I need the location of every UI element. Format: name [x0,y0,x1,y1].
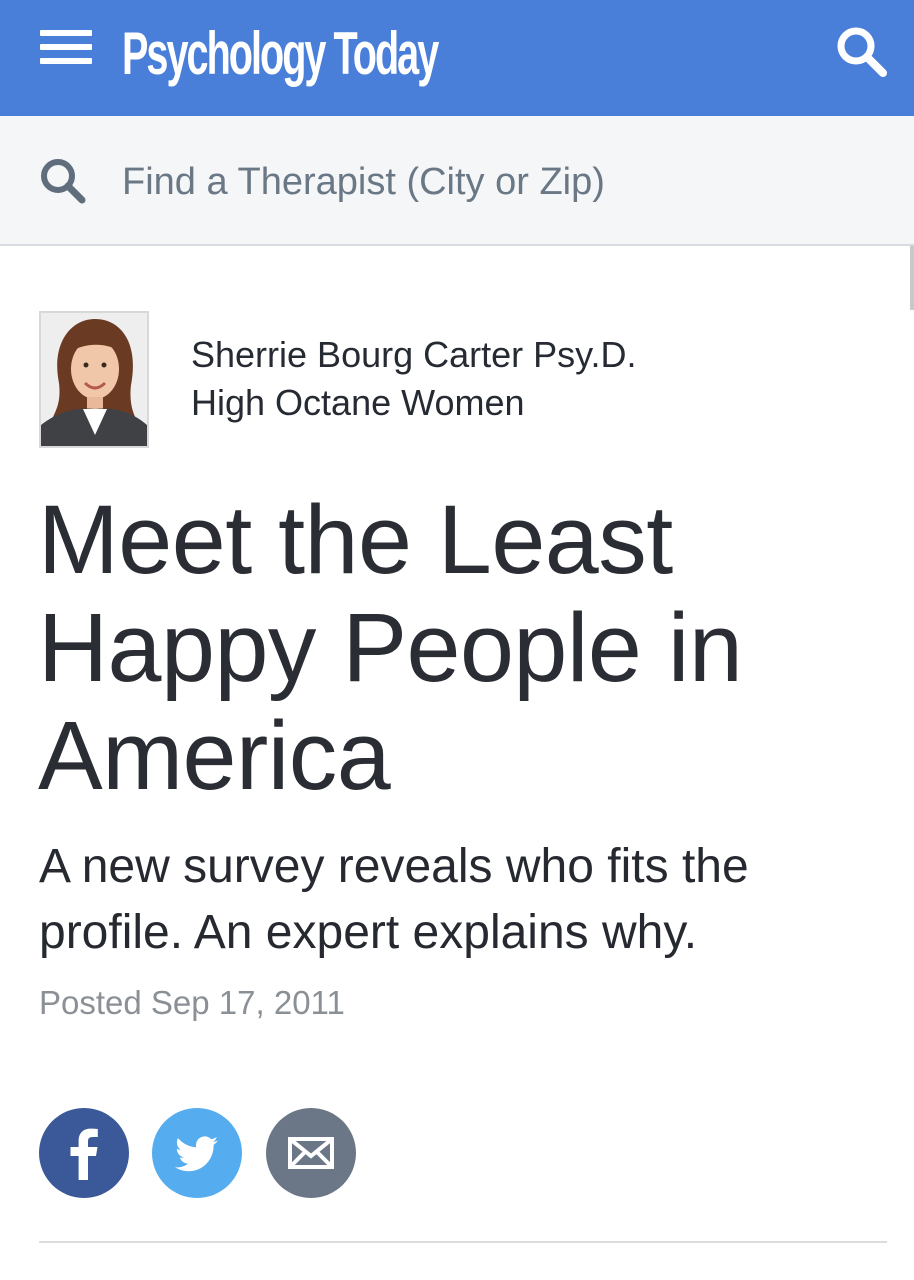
section-divider [39,1241,887,1243]
top-nav-bar: Psychology Today [0,0,914,116]
author-photo[interactable] [39,311,149,448]
twitter-icon [175,1136,218,1172]
search-icon[interactable] [832,22,892,82]
email-share-button[interactable] [266,1108,356,1198]
find-therapist-bar [0,116,914,246]
site-logo[interactable]: Psychology Today [122,6,439,102]
search-icon [38,156,90,208]
facebook-icon [70,1128,98,1180]
scrollbar[interactable] [910,246,914,310]
article-subtitle: A new survey reveals who fits the profil… [39,840,749,959]
article-title: Meet the Least Happy People in America [38,485,743,810]
blog-name[interactable]: High Octane Women [191,382,525,424]
email-icon [288,1137,334,1169]
twitter-share-button[interactable] [152,1108,242,1198]
facebook-share-button[interactable] [39,1108,129,1198]
hamburger-menu-icon[interactable] [40,30,92,70]
post-date: Posted Sep 17, 2011 [39,984,345,1021]
find-therapist-input[interactable] [110,144,870,220]
author-name[interactable]: Sherrie Bourg Carter Psy.D. [191,334,636,376]
